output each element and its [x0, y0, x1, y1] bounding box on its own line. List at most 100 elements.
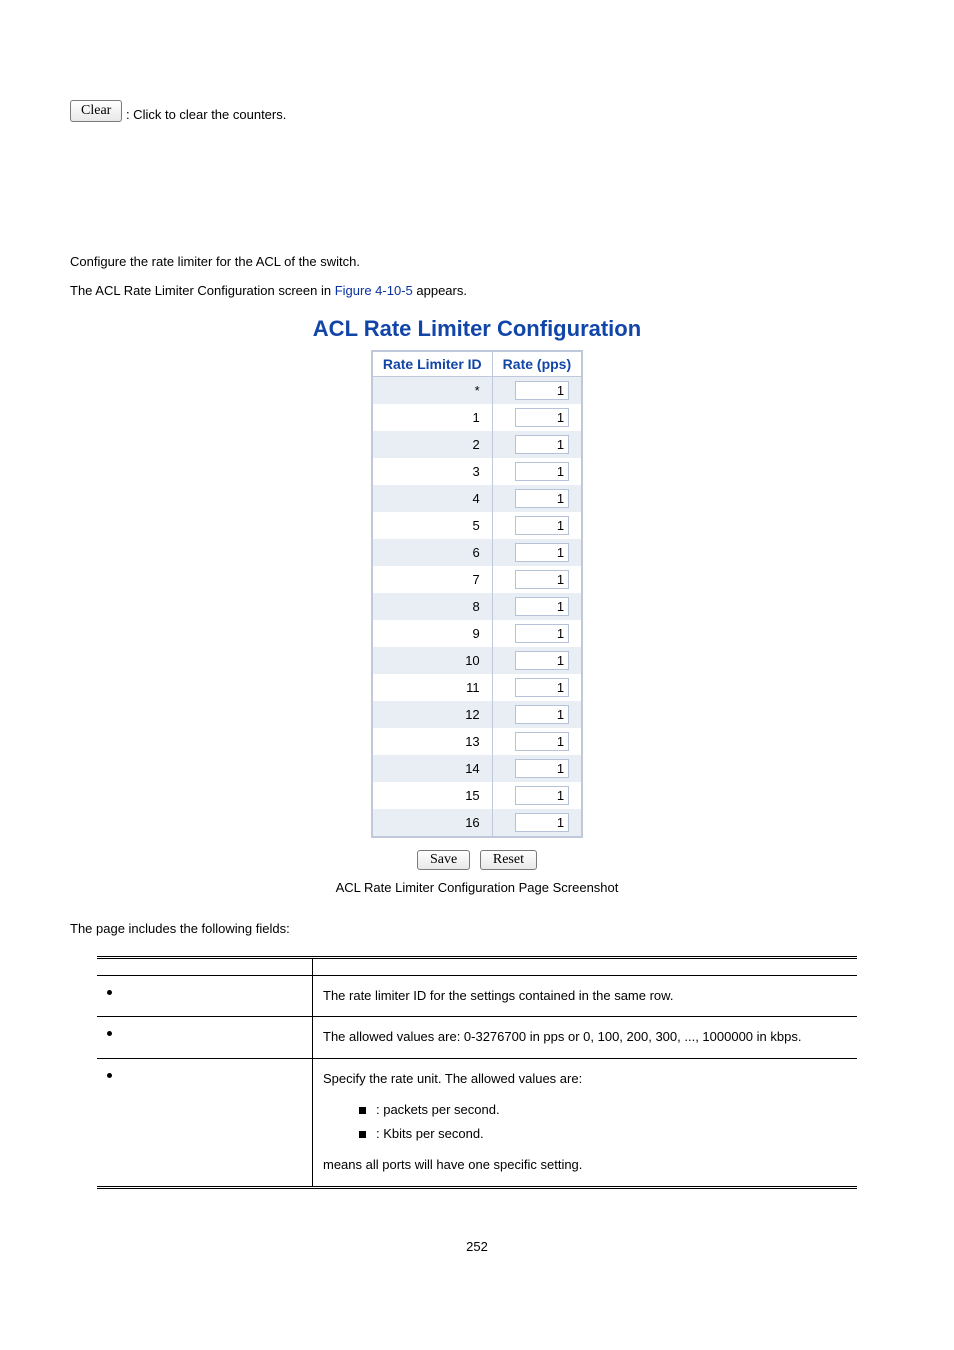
square-bullet-icon: [359, 1107, 366, 1114]
rate-input[interactable]: [515, 678, 569, 697]
unit-kbps-desc: : Kbits per second.: [376, 1126, 484, 1141]
rate-input[interactable]: [515, 705, 569, 724]
table-row: 14: [372, 755, 582, 782]
rate-id-cell: 9: [372, 620, 492, 647]
table-row: 5: [372, 512, 582, 539]
rate-value-cell: [492, 620, 582, 647]
rate-value-cell: [492, 512, 582, 539]
rate-value-cell: [492, 674, 582, 701]
rate-id-cell: 5: [372, 512, 492, 539]
table-row: *: [372, 376, 582, 404]
table-row: 8: [372, 593, 582, 620]
rate-id-cell: 4: [372, 485, 492, 512]
rate-id-cell: 6: [372, 539, 492, 566]
intro-line-1: Configure the rate limiter for the ACL o…: [70, 252, 884, 273]
rate-input[interactable]: [515, 408, 569, 427]
rate-table-head-rate: Rate (pps): [492, 351, 582, 377]
rate-id-cell: 8: [372, 593, 492, 620]
bullet-icon: [107, 990, 112, 995]
rate-value-cell: [492, 809, 582, 837]
table-row: 6: [372, 539, 582, 566]
rate-input[interactable]: [515, 489, 569, 508]
table-row: 13: [372, 728, 582, 755]
rate-value-cell: [492, 782, 582, 809]
page-number: 252: [70, 1239, 884, 1254]
rate-value-cell: [492, 404, 582, 431]
rate-input[interactable]: [515, 570, 569, 589]
rate-input[interactable]: [515, 516, 569, 535]
rate-input[interactable]: [515, 624, 569, 643]
bullet-icon: [107, 1031, 112, 1036]
rate-id-cell: 7: [372, 566, 492, 593]
rate-value-cell: [492, 566, 582, 593]
table-row: 7: [372, 566, 582, 593]
table-row: 4: [372, 485, 582, 512]
rate-id-cell: 16: [372, 809, 492, 837]
field-row-unit: Specify the rate unit. The allowed value…: [97, 1058, 857, 1187]
rate-input[interactable]: [515, 786, 569, 805]
rate-id-cell: 10: [372, 647, 492, 674]
figure-link[interactable]: Figure 4-10-5: [335, 283, 413, 298]
screenshot-caption: ACL Rate Limiter Configuration Page Scre…: [70, 880, 884, 895]
intro-line-2-post: appears.: [413, 283, 467, 298]
rate-input[interactable]: [515, 435, 569, 454]
rate-id-cell: 15: [372, 782, 492, 809]
rate-input[interactable]: [515, 732, 569, 751]
rate-id-cell: 13: [372, 728, 492, 755]
field-description-table: The rate limiter ID for the settings con…: [97, 956, 857, 1189]
field-desc-2: The allowed values are: 0-3276700 in pps…: [313, 1017, 858, 1059]
rate-value-cell: [492, 593, 582, 620]
table-row: 1: [372, 404, 582, 431]
fields-intro: The page includes the following fields:: [70, 921, 884, 936]
rate-id-cell: *: [372, 376, 492, 404]
rate-id-cell: 1: [372, 404, 492, 431]
rate-input[interactable]: [515, 813, 569, 832]
rate-id-cell: 3: [372, 458, 492, 485]
intro-line-2: The ACL Rate Limiter Configuration scree…: [70, 281, 884, 302]
rate-limiter-table: Rate Limiter ID Rate (pps) *123456789101…: [371, 350, 583, 838]
unit-desc-outro: means all ports will have one specific s…: [323, 1153, 847, 1178]
rate-id-cell: 14: [372, 755, 492, 782]
rate-value-cell: [492, 728, 582, 755]
field-desc-1: The rate limiter ID for the settings con…: [313, 975, 858, 1017]
rate-table-head-id: Rate Limiter ID: [372, 351, 492, 377]
table-row: 9: [372, 620, 582, 647]
rate-id-cell: 11: [372, 674, 492, 701]
rate-value-cell: [492, 755, 582, 782]
field-header-object: [97, 957, 313, 975]
rate-value-cell: [492, 431, 582, 458]
config-title: ACL Rate Limiter Configuration: [247, 316, 707, 342]
rate-value-cell: [492, 701, 582, 728]
rate-input[interactable]: [515, 651, 569, 670]
rate-input[interactable]: [515, 381, 569, 400]
bullet-icon: [107, 1073, 112, 1078]
field-row-rate-limiter-id: The rate limiter ID for the settings con…: [97, 975, 857, 1017]
field-table-header-row: [97, 957, 857, 975]
save-button[interactable]: Save: [417, 850, 470, 870]
table-row: 11: [372, 674, 582, 701]
intro-line-2-pre: The ACL Rate Limiter Configuration scree…: [70, 283, 335, 298]
clear-description: : Click to clear the counters.: [126, 107, 286, 122]
reset-button[interactable]: Reset: [480, 850, 537, 870]
table-row: 16: [372, 809, 582, 837]
rate-value-cell: [492, 647, 582, 674]
clear-button[interactable]: Clear: [70, 100, 122, 122]
rate-input[interactable]: [515, 759, 569, 778]
rate-input[interactable]: [515, 462, 569, 481]
rate-id-cell: 12: [372, 701, 492, 728]
field-header-desc: [313, 957, 858, 975]
rate-id-cell: 2: [372, 431, 492, 458]
table-row: 12: [372, 701, 582, 728]
rate-value-cell: [492, 485, 582, 512]
table-row: 10: [372, 647, 582, 674]
rate-value-cell: [492, 458, 582, 485]
rate-input[interactable]: [515, 597, 569, 616]
rate-value-cell: [492, 376, 582, 404]
unit-pps-desc: : packets per second.: [376, 1102, 500, 1117]
rate-value-cell: [492, 539, 582, 566]
square-bullet-icon: [359, 1131, 366, 1138]
unit-desc-intro: Specify the rate unit. The allowed value…: [323, 1067, 847, 1092]
table-row: 15: [372, 782, 582, 809]
rate-input[interactable]: [515, 543, 569, 562]
table-row: 3: [372, 458, 582, 485]
